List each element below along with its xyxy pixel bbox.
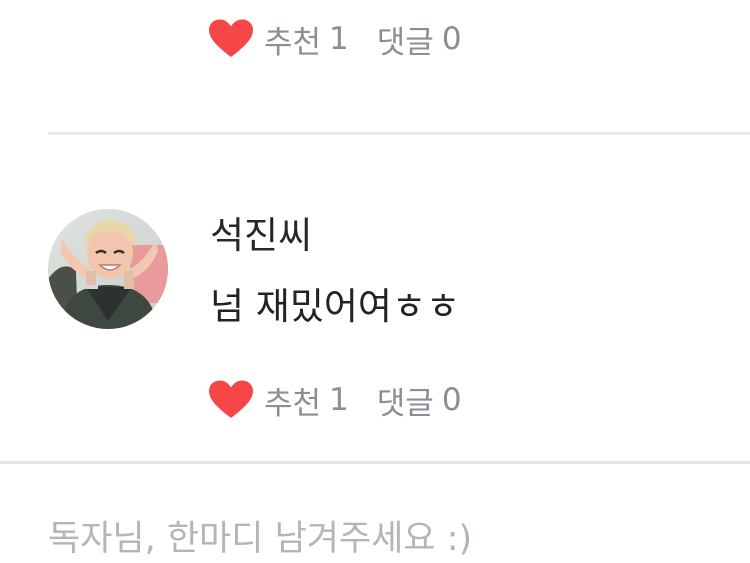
input-divider <box>0 461 750 464</box>
comment-input[interactable] <box>48 515 708 563</box>
like-count: 1 <box>329 21 349 57</box>
reply-count: 0 <box>441 21 462 57</box>
like-count: 1 <box>329 382 349 418</box>
comment-divider <box>48 132 750 135</box>
previous-comment-actions: 추천 1 댓글 0 <box>208 17 462 62</box>
comment-author[interactable]: 석진씨 <box>210 213 312 259</box>
like-label: 추천 <box>264 385 322 422</box>
comment-actions: 추천 1 댓글 0 <box>208 378 462 423</box>
reply-label: 댓글 <box>376 385 434 422</box>
like-button[interactable]: 추천 1 <box>208 17 377 62</box>
like-label: 추천 <box>264 24 322 61</box>
reply-count: 0 <box>441 382 462 418</box>
avatar[interactable] <box>48 209 168 329</box>
comment-list: 추천 1 댓글 0 석진씨 넘 재밌어여ㅎㅎ 추천 1 댓글 0 독자님, 한마… <box>0 0 750 563</box>
reply-label: 댓글 <box>376 24 434 61</box>
reply-button[interactable]: 댓글 0 <box>377 17 462 62</box>
like-button[interactable]: 추천 1 <box>208 378 377 423</box>
reply-button[interactable]: 댓글 0 <box>377 378 462 423</box>
heart-icon <box>208 19 254 59</box>
comment-text: 넘 재밌어여ㅎㅎ <box>210 285 461 328</box>
heart-icon <box>208 380 254 420</box>
